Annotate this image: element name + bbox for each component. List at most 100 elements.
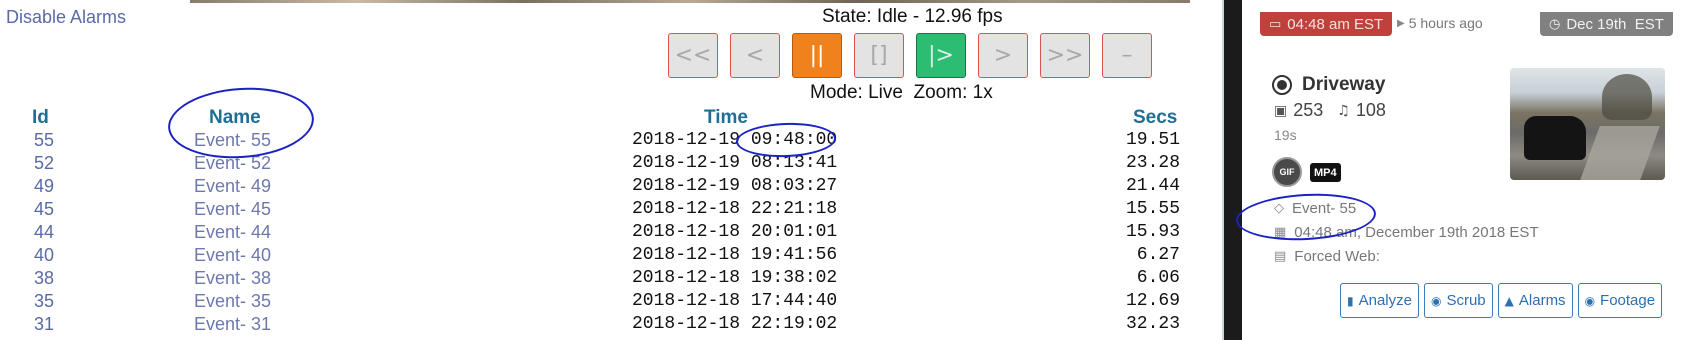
bar-chart-icon: ▮ — [1347, 293, 1354, 308]
scrub-button[interactable]: ◉ Scrub — [1423, 283, 1493, 318]
step-back-button[interactable]: < — [730, 33, 780, 78]
event-time: 2018-12-18 20:01:01 — [632, 222, 838, 242]
footage-button[interactable]: ◉ Footage — [1577, 283, 1663, 318]
tag-icon: ◇ — [1274, 201, 1284, 216]
stream-image-edge — [190, 0, 1190, 3]
analyze-label: Analyze — [1358, 292, 1412, 309]
time-ago-text: 5 hours ago — [1408, 15, 1483, 31]
event-date-badge: ▭ 04:48 am EST — [1260, 12, 1393, 36]
event-name[interactable]: Event- 44 — [194, 222, 271, 243]
event-date-text: 04:48 am EST — [1287, 15, 1384, 33]
table-row[interactable]: 44 Event- 44 2018-12-18 20:01:01 15.93 — [0, 222, 1222, 245]
clock-icon: ◷ — [1549, 16, 1561, 32]
event-name[interactable]: Event- 35 — [194, 291, 271, 312]
monitor-name[interactable]: Driveway — [1302, 74, 1385, 96]
event-name[interactable]: Event- 38 — [194, 268, 271, 289]
event-name[interactable]: Event- 49 — [194, 176, 271, 197]
event-name[interactable]: Event- 31 — [194, 314, 271, 335]
footage-label: Footage — [1600, 292, 1656, 309]
stop-button[interactable]: [] — [854, 33, 904, 78]
event-stats: ▣ 253 ♫ 108 — [1274, 100, 1386, 121]
thumbnail-driveway — [1580, 126, 1660, 180]
event-datetime-line: ▦ 04:48 am, December 19th 2018 EST — [1274, 224, 1539, 241]
event-secs: 23.28 — [1125, 153, 1180, 173]
event-id[interactable]: 45 — [34, 199, 54, 220]
event-secs: 15.93 — [1125, 222, 1180, 242]
event-name[interactable]: Event- 52 — [194, 153, 271, 174]
alarms-count: 108 — [1355, 100, 1386, 120]
event-time: 2018-12-18 22:21:18 — [632, 199, 838, 219]
thumbnail-tree — [1602, 74, 1652, 120]
mp4-button[interactable]: MP4 — [1310, 163, 1341, 182]
bell-icon: ▲ — [1504, 293, 1514, 308]
column-header-name[interactable]: Name — [209, 107, 261, 129]
event-day-badge: ◷ Dec 19th EST — [1540, 12, 1673, 36]
caret-right-icon: ▶ — [1397, 17, 1405, 29]
event-datetime-text: 04:48 am, December 19th 2018 EST — [1294, 224, 1539, 241]
event-time: 2018-12-19 08:03:27 — [632, 176, 838, 196]
column-header-secs[interactable]: Secs — [1133, 107, 1177, 129]
mode-zoom-status: Mode: Live Zoom: 1x — [810, 82, 993, 103]
stream-state: State: Idle - 12.96 fps — [822, 6, 1003, 27]
bell-icon: ♫ — [1337, 102, 1350, 119]
images-count: 253 — [1293, 100, 1324, 120]
event-thumbnail[interactable] — [1510, 68, 1665, 180]
event-name[interactable]: Event- 45 — [194, 199, 271, 220]
event-name-line: ◇ Event- 55 — [1274, 200, 1356, 217]
table-row[interactable]: 35 Event- 35 2018-12-18 17:44:40 12.69 — [0, 291, 1222, 314]
fast-rewind-button[interactable]: << — [668, 33, 718, 78]
event-time: 2018-12-18 22:19:02 — [632, 314, 838, 334]
pane-divider-dark — [1224, 0, 1242, 340]
table-row[interactable]: 31 Event- 31 2018-12-18 22:19:02 32.23 — [0, 314, 1222, 337]
table-row[interactable]: 49 Event- 49 2018-12-19 08:03:27 21.44 — [0, 176, 1222, 199]
scrub-label: Scrub — [1446, 292, 1486, 309]
event-id[interactable]: 44 — [34, 222, 54, 243]
pause-button[interactable]: || — [792, 33, 842, 78]
calendar-icon: ▦ — [1274, 225, 1287, 240]
alarms-button[interactable]: ▲ Alarms — [1497, 283, 1573, 318]
event-name[interactable]: Event- 55 — [194, 130, 271, 151]
event-secs: 6.06 — [1136, 268, 1180, 288]
thumbnail-car — [1524, 116, 1586, 160]
event-time: 2018-12-18 17:44:40 — [632, 291, 838, 311]
event-secs: 12.69 — [1125, 291, 1180, 311]
disable-alarms-link[interactable]: Disable Alarms — [6, 7, 126, 28]
event-secs: 21.44 — [1125, 176, 1180, 196]
eye-icon: ◉ — [1584, 293, 1596, 308]
gif-button[interactable]: GIF — [1272, 157, 1302, 187]
calendar-icon: ▭ — [1269, 16, 1282, 32]
table-row[interactable]: 38 Event- 38 2018-12-18 19:38:02 6.06 — [0, 268, 1222, 291]
event-time: 2018-12-18 19:41:56 — [632, 245, 838, 265]
fast-forward-button[interactable]: >> — [1040, 33, 1090, 78]
event-card: ▭ 04:48 am EST ▶ 5 hours ago ◷ Dec 19th … — [1234, 0, 1695, 340]
event-id[interactable]: 40 — [34, 245, 54, 266]
table-row[interactable]: 55 Event- 55 2018-12-19 09:48:00 19.51 — [0, 130, 1222, 153]
clipboard-icon: ▤ — [1274, 249, 1287, 264]
event-id[interactable]: 38 — [34, 268, 54, 289]
record-icon — [1272, 75, 1292, 95]
play-button[interactable]: |> — [916, 33, 966, 78]
event-id[interactable]: 35 — [34, 291, 54, 312]
table-row[interactable]: 40 Event- 40 2018-12-18 19:41:56 6.27 — [0, 245, 1222, 268]
event-time: 2018-12-19 09:48:00 — [632, 130, 838, 150]
event-id[interactable]: 52 — [34, 153, 54, 174]
eye-icon: ◉ — [1430, 293, 1442, 308]
event-time: 2018-12-18 19:38:02 — [632, 268, 838, 288]
event-id[interactable]: 49 — [34, 176, 54, 197]
event-actions: ▮ Analyze ◉ Scrub ▲ Alarms ◉ Footage — [1340, 283, 1663, 318]
event-time: 2018-12-19 08:13:41 — [632, 153, 838, 173]
event-id[interactable]: 31 — [34, 314, 54, 335]
zoom-out-button[interactable]: – — [1102, 33, 1152, 78]
analyze-button[interactable]: ▮ Analyze — [1340, 283, 1419, 318]
event-name[interactable]: Event- 40 — [194, 245, 271, 266]
table-row[interactable]: 45 Event- 45 2018-12-18 22:21:18 15.55 — [0, 199, 1222, 222]
event-name-text: Event- 55 — [1292, 200, 1357, 217]
step-forward-button[interactable]: > — [978, 33, 1028, 78]
column-header-id[interactable]: Id — [32, 107, 49, 129]
table-row[interactable]: 52 Event- 52 2018-12-19 08:13:41 23.28 — [0, 153, 1222, 176]
column-header-time[interactable]: Time — [704, 107, 748, 129]
event-secs: 6.27 — [1136, 245, 1180, 265]
event-cause-line: ▤ Forced Web: — [1274, 248, 1380, 265]
event-id[interactable]: 55 — [34, 130, 54, 151]
event-secs: 19.51 — [1125, 130, 1180, 150]
